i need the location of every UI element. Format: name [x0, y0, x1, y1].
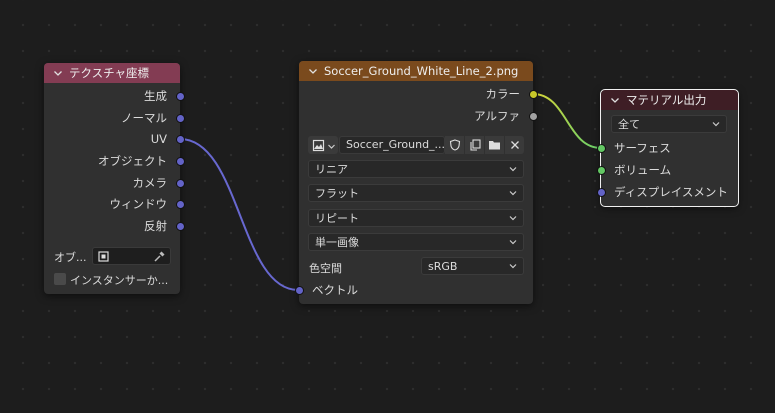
socket-displacement[interactable] [597, 188, 606, 197]
socket-object[interactable] [176, 157, 185, 166]
socket-alpha[interactable] [529, 112, 538, 121]
chevron-down-icon [509, 216, 517, 221]
duplicate-button[interactable] [465, 136, 484, 154]
interpolation-select[interactable]: リニア [308, 160, 524, 178]
image-texture-header[interactable]: Soccer_Ground_White_Line_2.png [299, 61, 533, 81]
projection-select[interactable]: フラット [308, 184, 524, 202]
source-select[interactable]: 単一画像 [308, 233, 524, 251]
image-texture-node[interactable]: Soccer_Ground_White_Line_2.png カラー アルファ … [295, 61, 538, 304]
socket-vector[interactable] [295, 286, 304, 295]
color-space-select[interactable]: sRGB [421, 257, 524, 275]
collapse-chevron-icon[interactable] [609, 94, 621, 106]
socket-generated[interactable] [176, 92, 185, 101]
socket-window[interactable] [176, 200, 185, 209]
shield-icon [449, 139, 460, 151]
folder-icon [489, 141, 500, 150]
eyedropper-icon[interactable] [153, 250, 166, 266]
object-data-icon [97, 250, 110, 266]
output-uv: UV [150, 132, 167, 146]
output-camera: カメラ [132, 176, 168, 190]
input-displacement: ディスプレイスメント [614, 185, 728, 199]
extension-select[interactable]: リピート [308, 209, 524, 227]
material-output-node[interactable]: マテリアル出力 全て サーフェス ボリューム ディスプレイスメント [597, 89, 739, 207]
socket-volume[interactable] [597, 166, 606, 175]
object-field[interactable] [92, 247, 171, 265]
fake-user-button[interactable] [445, 136, 464, 154]
chevron-down-icon [509, 191, 517, 196]
output-alpha: アルファ [474, 109, 520, 123]
socket-uv[interactable] [176, 135, 185, 144]
socket-normal[interactable] [176, 114, 185, 123]
socket-camera[interactable] [176, 179, 185, 188]
collapse-chevron-icon[interactable] [52, 67, 64, 79]
image-browse-button[interactable] [308, 136, 338, 154]
chevron-down-icon [712, 122, 720, 127]
collapse-chevron-icon[interactable] [307, 65, 319, 77]
node-title: Soccer_Ground_White_Line_2.png [324, 64, 519, 78]
input-vector: ベクトル [312, 283, 358, 297]
input-volume: ボリューム [614, 163, 672, 177]
close-icon [510, 141, 519, 149]
socket-color[interactable] [529, 90, 538, 99]
chevron-down-icon [509, 167, 517, 172]
open-image-button[interactable] [485, 136, 504, 154]
output-window: ウィンドウ [109, 197, 168, 211]
chevron-down-icon [327, 140, 336, 154]
output-reflection: 反射 [144, 219, 167, 233]
node-title: テクスチャ座標 [69, 66, 150, 80]
image-name-field[interactable]: Soccer_Ground_... [339, 136, 445, 154]
link-uv-to-vector [179, 138, 299, 291]
target-select[interactable]: 全て [611, 115, 727, 133]
output-color: カラー [485, 87, 521, 101]
output-normal: ノーマル [121, 111, 167, 125]
texture-coordinate-header[interactable]: テクスチャ座標 [44, 63, 180, 83]
unlink-image-button[interactable] [505, 136, 524, 154]
output-object: オブジェクト [98, 154, 167, 168]
chevron-down-icon [509, 264, 517, 269]
node-title: マテリアル出力 [626, 93, 707, 107]
duplicate-icon [469, 139, 481, 151]
link-color-to-surface [532, 93, 602, 149]
input-surface: サーフェス [614, 141, 671, 155]
chevron-down-icon [509, 240, 517, 245]
image-icon [312, 139, 325, 155]
color-space-label: 色空間 [309, 262, 342, 275]
output-generated: 生成 [144, 89, 167, 103]
socket-surface[interactable] [597, 144, 606, 153]
instancer-checkbox[interactable] [54, 273, 66, 285]
material-output-header[interactable]: マテリアル出力 [601, 90, 738, 110]
instancer-label: インスタンサーか... [70, 274, 169, 287]
object-label: オブ... [54, 251, 87, 264]
texture-coordinate-node[interactable]: テクスチャ座標 生成 ノーマル UV オブジェクト カメラ ウィンドウ 反射 オ… [44, 63, 185, 294]
socket-reflection[interactable] [176, 222, 185, 231]
